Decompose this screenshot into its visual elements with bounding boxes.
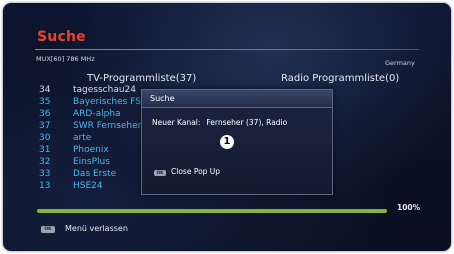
mux-info: MUX[60] 786 MHz — [36, 55, 95, 63]
channel-name: Phoenix — [73, 145, 109, 155]
exit-menu-button[interactable]: Menü verlassen — [65, 224, 128, 233]
ok-key-icon: OK — [41, 226, 55, 233]
scan-progress-label: 100% — [397, 203, 421, 212]
radio-list-header: Radio Programmliste(0) — [281, 73, 400, 84]
channel-number: 36 — [39, 109, 51, 119]
tv-list-header: TV-Programmliste(37) — [87, 73, 197, 84]
search-popup: Suche Neuer Kanal: Fernseher (37), Radio … — [141, 89, 333, 195]
country-label: Germany — [385, 59, 415, 67]
popup-title: Suche — [150, 94, 175, 103]
channel-name: EinsPlus — [73, 157, 110, 167]
channel-number: 37 — [39, 121, 51, 131]
screen-title: Suche — [37, 29, 86, 45]
popup-message: Neuer Kanal: Fernseher (37), Radio — [152, 118, 287, 127]
channel-name: ARD-alpha — [73, 109, 121, 119]
channel-number: 34 — [39, 85, 51, 95]
channel-name: Das Erste — [73, 169, 117, 179]
channel-number: 33 — [39, 169, 51, 179]
channel-number: 13 — [39, 181, 51, 191]
scan-progress-fill — [37, 209, 387, 213]
channel-number: 35 — [39, 97, 51, 107]
channel-name: HSE24 — [73, 181, 103, 191]
channel-number: 32 — [39, 157, 51, 167]
tv-screen: Suche MUX[60] 786 MHz Germany TV-Program… — [2, 2, 452, 252]
ok-key-icon: OK — [154, 170, 166, 176]
channel-name: arte — [73, 133, 92, 143]
channel-number: 30 — [39, 133, 51, 143]
new-channel-value: Fernseher (37), Radio — [206, 118, 288, 127]
channel-name: SWR Fernsehen — [73, 121, 144, 131]
popup-titlebar: Suche — [142, 90, 332, 108]
close-popup-button[interactable]: Close Pop Up — [171, 167, 220, 176]
channel-number: 31 — [39, 145, 51, 155]
scan-progress-bar — [37, 209, 387, 213]
channel-name: tagesschau24 — [73, 85, 136, 95]
new-channel-label: Neuer Kanal: — [152, 118, 201, 127]
callout-marker: 1 — [220, 135, 234, 149]
title-divider — [35, 49, 419, 50]
channel-name: Bayerisches FS — [73, 97, 141, 107]
